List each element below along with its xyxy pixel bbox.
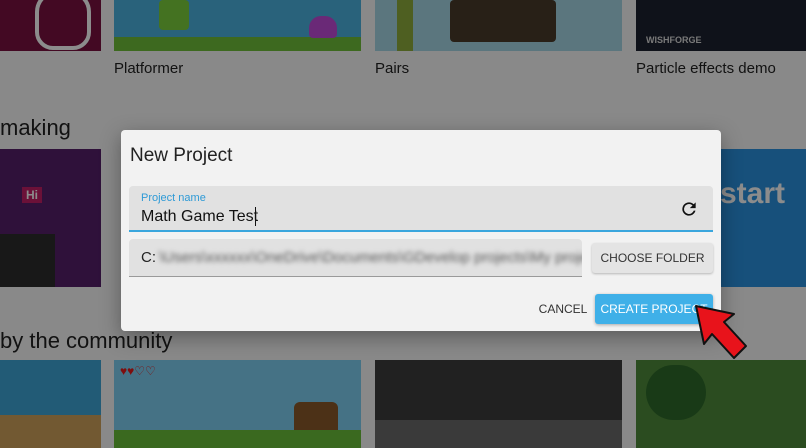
project-name-label: Project name — [141, 192, 206, 204]
choose-folder-button[interactable]: CHOOSE FOLDER — [592, 243, 713, 273]
new-project-dialog: New Project Project name Math Game Test … — [121, 130, 721, 331]
folder-path-prefix: C: — [141, 249, 156, 266]
red-arrow-annotation-icon — [695, 305, 747, 359]
dialog-title: New Project — [130, 145, 233, 166]
text-caret — [255, 207, 256, 226]
cancel-button[interactable]: CANCEL — [533, 294, 593, 324]
project-name-input[interactable]: Math Game Test — [141, 208, 258, 226]
refresh-icon[interactable] — [679, 199, 699, 219]
project-folder-field[interactable]: C: \Users\xxxxxx\OneDrive\Documents\GDev… — [129, 239, 582, 277]
project-name-field[interactable]: Project name Math Game Test — [129, 186, 713, 232]
folder-path-redacted: \Users\xxxxxx\OneDrive\Documents\GDevelo… — [159, 249, 582, 266]
